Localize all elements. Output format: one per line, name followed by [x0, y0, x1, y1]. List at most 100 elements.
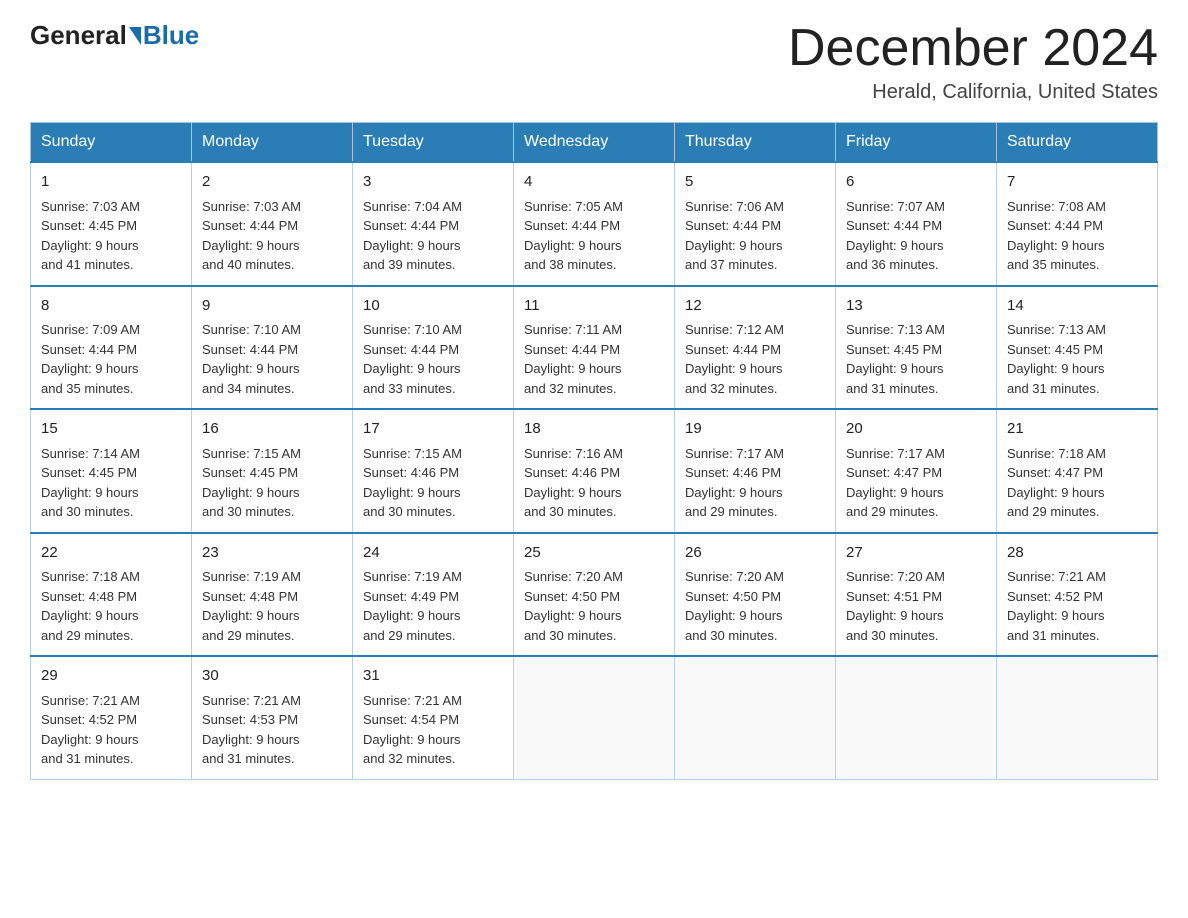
day-info: Sunrise: 7:18 AMSunset: 4:48 PMDaylight:…	[41, 567, 181, 645]
header-monday: Monday	[192, 123, 353, 163]
header-friday: Friday	[836, 123, 997, 163]
day-number: 8	[41, 295, 181, 318]
day-info: Sunrise: 7:17 AMSunset: 4:47 PMDaylight:…	[846, 444, 986, 522]
day-info: Sunrise: 7:03 AMSunset: 4:44 PMDaylight:…	[202, 197, 342, 275]
day-info: Sunrise: 7:13 AMSunset: 4:45 PMDaylight:…	[1007, 320, 1147, 398]
page-header: General Blue December 2024 Herald, Calif…	[30, 20, 1158, 104]
calendar-cell: 31Sunrise: 7:21 AMSunset: 4:54 PMDayligh…	[353, 656, 514, 779]
title-area: December 2024 Herald, California, United…	[788, 20, 1158, 104]
day-number: 24	[363, 542, 503, 565]
header-sunday: Sunday	[31, 123, 192, 163]
header-saturday: Saturday	[997, 123, 1158, 163]
day-info: Sunrise: 7:11 AMSunset: 4:44 PMDaylight:…	[524, 320, 664, 398]
logo-triangle-icon	[129, 27, 141, 45]
day-number: 21	[1007, 418, 1147, 441]
day-number: 13	[846, 295, 986, 318]
day-number: 3	[363, 171, 503, 194]
calendar-cell: 27Sunrise: 7:20 AMSunset: 4:51 PMDayligh…	[836, 533, 997, 657]
calendar-cell: 3 Sunrise: 7:04 AMSunset: 4:44 PMDaylight…	[353, 162, 514, 286]
calendar-cell: 24Sunrise: 7:19 AMSunset: 4:49 PMDayligh…	[353, 533, 514, 657]
day-number: 18	[524, 418, 664, 441]
day-number: 26	[685, 542, 825, 565]
day-number: 29	[41, 665, 181, 688]
month-title: December 2024	[788, 20, 1158, 77]
day-number: 25	[524, 542, 664, 565]
header-thursday: Thursday	[675, 123, 836, 163]
calendar-cell: 13Sunrise: 7:13 AMSunset: 4:45 PMDayligh…	[836, 286, 997, 410]
day-number: 30	[202, 665, 342, 688]
calendar-cell: 30Sunrise: 7:21 AMSunset: 4:53 PMDayligh…	[192, 656, 353, 779]
day-info: Sunrise: 7:14 AMSunset: 4:45 PMDaylight:…	[41, 444, 181, 522]
day-info: Sunrise: 7:07 AMSunset: 4:44 PMDaylight:…	[846, 197, 986, 275]
week-row-2: 8Sunrise: 7:09 AMSunset: 4:44 PMDaylight…	[31, 286, 1158, 410]
day-info: Sunrise: 7:12 AMSunset: 4:44 PMDaylight:…	[685, 320, 825, 398]
week-row-5: 29Sunrise: 7:21 AMSunset: 4:52 PMDayligh…	[31, 656, 1158, 779]
logo-text: General Blue	[30, 20, 199, 51]
day-number: 5	[685, 171, 825, 194]
day-number: 22	[41, 542, 181, 565]
day-number: 27	[846, 542, 986, 565]
day-number: 16	[202, 418, 342, 441]
day-number: 17	[363, 418, 503, 441]
calendar-cell	[997, 656, 1158, 779]
day-info: Sunrise: 7:19 AMSunset: 4:49 PMDaylight:…	[363, 567, 503, 645]
logo-general-text: General	[30, 20, 127, 51]
day-info: Sunrise: 7:10 AMSunset: 4:44 PMDaylight:…	[202, 320, 342, 398]
calendar-cell: 22Sunrise: 7:18 AMSunset: 4:48 PMDayligh…	[31, 533, 192, 657]
calendar-cell: 21 Sunrise: 7:18 AMSunset: 4:47 PMDayligh…	[997, 409, 1158, 533]
calendar-cell: 17 Sunrise: 7:15 AMSunset: 4:46 PMDayligh…	[353, 409, 514, 533]
day-info: Sunrise: 7:04 AMSunset: 4:44 PMDaylight:…	[363, 197, 503, 275]
header-tuesday: Tuesday	[353, 123, 514, 163]
day-number: 19	[685, 418, 825, 441]
calendar-cell: 14Sunrise: 7:13 AMSunset: 4:45 PMDayligh…	[997, 286, 1158, 410]
calendar-cell: 20 Sunrise: 7:17 AMSunset: 4:47 PMDayligh…	[836, 409, 997, 533]
calendar-cell: 5 Sunrise: 7:06 AMSunset: 4:44 PMDaylight…	[675, 162, 836, 286]
day-info: Sunrise: 7:20 AMSunset: 4:50 PMDaylight:…	[524, 567, 664, 645]
calendar-cell: 15 Sunrise: 7:14 AMSunset: 4:45 PMDayligh…	[31, 409, 192, 533]
day-number: 20	[846, 418, 986, 441]
header-wednesday: Wednesday	[514, 123, 675, 163]
day-number: 6	[846, 171, 986, 194]
calendar-cell	[514, 656, 675, 779]
calendar-cell: 11Sunrise: 7:11 AMSunset: 4:44 PMDayligh…	[514, 286, 675, 410]
day-number: 12	[685, 295, 825, 318]
calendar-cell: 23Sunrise: 7:19 AMSunset: 4:48 PMDayligh…	[192, 533, 353, 657]
day-number: 1	[41, 171, 181, 194]
calendar-cell: 28Sunrise: 7:21 AMSunset: 4:52 PMDayligh…	[997, 533, 1158, 657]
day-info: Sunrise: 7:20 AMSunset: 4:50 PMDaylight:…	[685, 567, 825, 645]
day-info: Sunrise: 7:21 AMSunset: 4:54 PMDaylight:…	[363, 691, 503, 769]
day-number: 2	[202, 171, 342, 194]
week-row-4: 22Sunrise: 7:18 AMSunset: 4:48 PMDayligh…	[31, 533, 1158, 657]
calendar-cell	[675, 656, 836, 779]
calendar-cell: 16Sunrise: 7:15 AMSunset: 4:45 PMDayligh…	[192, 409, 353, 533]
calendar-cell: 29Sunrise: 7:21 AMSunset: 4:52 PMDayligh…	[31, 656, 192, 779]
day-info: Sunrise: 7:10 AMSunset: 4:44 PMDaylight:…	[363, 320, 503, 398]
day-number: 15	[41, 418, 181, 441]
day-info: Sunrise: 7:20 AMSunset: 4:51 PMDaylight:…	[846, 567, 986, 645]
calendar-cell: 18Sunrise: 7:16 AMSunset: 4:46 PMDayligh…	[514, 409, 675, 533]
logo: General Blue	[30, 20, 199, 51]
day-info: Sunrise: 7:06 AMSunset: 4:44 PMDaylight:…	[685, 197, 825, 275]
day-number: 9	[202, 295, 342, 318]
day-number: 4	[524, 171, 664, 194]
calendar-cell: 19 Sunrise: 7:17 AMSunset: 4:46 PMDayligh…	[675, 409, 836, 533]
week-row-1: 1Sunrise: 7:03 AMSunset: 4:45 PMDaylight…	[31, 162, 1158, 286]
calendar-cell: 26Sunrise: 7:20 AMSunset: 4:50 PMDayligh…	[675, 533, 836, 657]
day-info: Sunrise: 7:18 AMSunset: 4:47 PMDaylight:…	[1007, 444, 1147, 522]
calendar-cell: 9Sunrise: 7:10 AMSunset: 4:44 PMDaylight…	[192, 286, 353, 410]
day-number: 10	[363, 295, 503, 318]
day-number: 11	[524, 295, 664, 318]
day-info: Sunrise: 7:05 AMSunset: 4:44 PMDaylight:…	[524, 197, 664, 275]
calendar-cell: 6 Sunrise: 7:07 AMSunset: 4:44 PMDaylight…	[836, 162, 997, 286]
day-info: Sunrise: 7:08 AMSunset: 4:44 PMDaylight:…	[1007, 197, 1147, 275]
day-info: Sunrise: 7:15 AMSunset: 4:46 PMDaylight:…	[363, 444, 503, 522]
calendar-cell	[836, 656, 997, 779]
calendar-table: SundayMondayTuesdayWednesdayThursdayFrid…	[30, 122, 1158, 780]
calendar-cell: 10Sunrise: 7:10 AMSunset: 4:44 PMDayligh…	[353, 286, 514, 410]
day-info: Sunrise: 7:13 AMSunset: 4:45 PMDaylight:…	[846, 320, 986, 398]
day-info: Sunrise: 7:19 AMSunset: 4:48 PMDaylight:…	[202, 567, 342, 645]
day-number: 14	[1007, 295, 1147, 318]
day-info: Sunrise: 7:17 AMSunset: 4:46 PMDaylight:…	[685, 444, 825, 522]
location-title: Herald, California, United States	[788, 81, 1158, 104]
day-number: 28	[1007, 542, 1147, 565]
